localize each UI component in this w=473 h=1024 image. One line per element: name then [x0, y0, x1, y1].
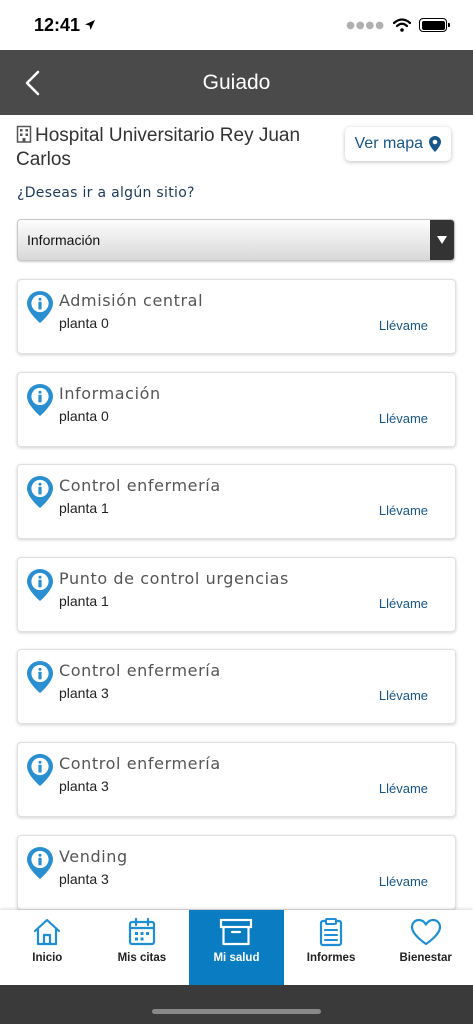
archive-box-icon	[220, 918, 253, 946]
chevron-left-icon	[25, 70, 40, 96]
home-icon	[34, 918, 61, 946]
map-pin-icon	[429, 136, 441, 152]
take-me-button[interactable]: Llévame	[379, 874, 428, 889]
bottom-nav: Inicio Mis citas Mi salud Informes Biene…	[0, 910, 473, 985]
location-floor: planta 0	[59, 315, 109, 331]
status-bar: 12:41 ●●●●	[0, 0, 473, 50]
caret-down-icon	[437, 236, 447, 244]
location-title: Control enfermería	[59, 661, 221, 681]
view-map-button[interactable]: Ver mapa	[344, 127, 451, 161]
location-floor: planta 3	[59, 777, 109, 794]
info-pin-icon	[27, 291, 53, 323]
destination-question: ¿Deseas ir a algún sitio?	[17, 185, 195, 201]
location-card: Vending planta 3 Llévame	[17, 834, 456, 910]
dropdown-arrow	[430, 220, 454, 260]
info-pin-icon	[27, 846, 53, 879]
view-map-label: Ver mapa	[354, 135, 423, 152]
nav-item-mi-salud[interactable]: Mi salud	[189, 910, 284, 985]
info-pin-icon	[27, 661, 53, 694]
nav-label: Informes	[306, 952, 356, 964]
status-time: 12:41	[34, 15, 96, 36]
location-title: Control enfermería	[59, 476, 221, 496]
location-card: Control enfermería planta 1 Llévame	[17, 464, 456, 540]
location-arrow-icon	[85, 20, 96, 30]
info-pin-icon	[27, 568, 53, 601]
location-floor: planta 3	[59, 685, 109, 702]
nav-item-inicio[interactable]: Inicio	[0, 910, 95, 985]
home-indicator[interactable]	[152, 1009, 321, 1014]
location-card: Control enfermería planta 3 Llévame	[17, 649, 456, 725]
home-indicator-area	[0, 985, 473, 1024]
location-title: Admisión central	[59, 291, 204, 310]
app-header: Guiado	[0, 50, 473, 115]
location-card: Admisión central planta 0 Llévame	[17, 279, 456, 354]
take-me-button[interactable]: Llévame	[379, 688, 428, 703]
take-me-button[interactable]: Llévame	[379, 411, 428, 426]
clipboard-icon	[319, 918, 343, 947]
signal-icon: ●●●●	[346, 19, 385, 31]
location-title: Vending	[59, 846, 128, 866]
calendar-icon	[128, 917, 155, 946]
battery-icon	[419, 18, 450, 32]
take-me-button[interactable]: Llévame	[379, 318, 428, 333]
nav-item-bienestar[interactable]: Bienestar	[378, 910, 473, 985]
info-pin-icon	[27, 476, 53, 509]
location-floor: planta 0	[59, 407, 109, 424]
location-card: Punto de control urgencias planta 1 Llév…	[17, 556, 456, 632]
wifi-icon	[393, 18, 411, 32]
info-pin-icon	[27, 753, 53, 786]
location-title: Control enfermería	[59, 753, 221, 773]
hospital-name: Hospital Universitario Rey Juan Carlos	[16, 124, 326, 172]
category-select-value: Información	[27, 232, 101, 248]
page-title: Guiado	[202, 70, 271, 94]
take-me-button[interactable]: Llévame	[379, 503, 428, 518]
info-pin-icon	[27, 383, 53, 416]
category-select[interactable]: Información	[17, 219, 455, 261]
nav-label: Mi salud	[213, 952, 260, 964]
hospital-section: Hospital Universitario Rey Juan Carlos V…	[16, 124, 457, 172]
building-icon	[16, 125, 32, 143]
nav-label: Mis citas	[117, 952, 167, 964]
nav-item-informes[interactable]: Informes	[284, 910, 379, 985]
take-me-button[interactable]: Llévame	[379, 596, 428, 611]
status-time-text: 12:41	[34, 14, 81, 35]
take-me-button[interactable]: Llévame	[379, 781, 428, 796]
location-card: Información planta 0 Llévame	[17, 371, 456, 447]
status-indicators: ●●●●	[346, 18, 450, 32]
location-title: Punto de control urgencias	[59, 568, 289, 588]
nav-item-mis-citas[interactable]: Mis citas	[95, 910, 190, 985]
locations-list: Admisión central planta 0 Llévame Inform…	[17, 279, 456, 927]
location-floor: planta 1	[59, 592, 109, 609]
hospital-name-text: Hospital Universitario Rey Juan Carlos	[16, 125, 301, 170]
location-card: Control enfermería planta 3 Llévame	[17, 741, 456, 817]
heart-icon	[410, 918, 441, 946]
back-button[interactable]	[14, 63, 50, 103]
location-title: Información	[59, 383, 161, 403]
nav-label: Inicio	[32, 952, 63, 964]
location-floor: planta 1	[59, 500, 109, 517]
nav-label: Bienestar	[399, 952, 452, 964]
location-floor: planta 3	[59, 870, 109, 887]
